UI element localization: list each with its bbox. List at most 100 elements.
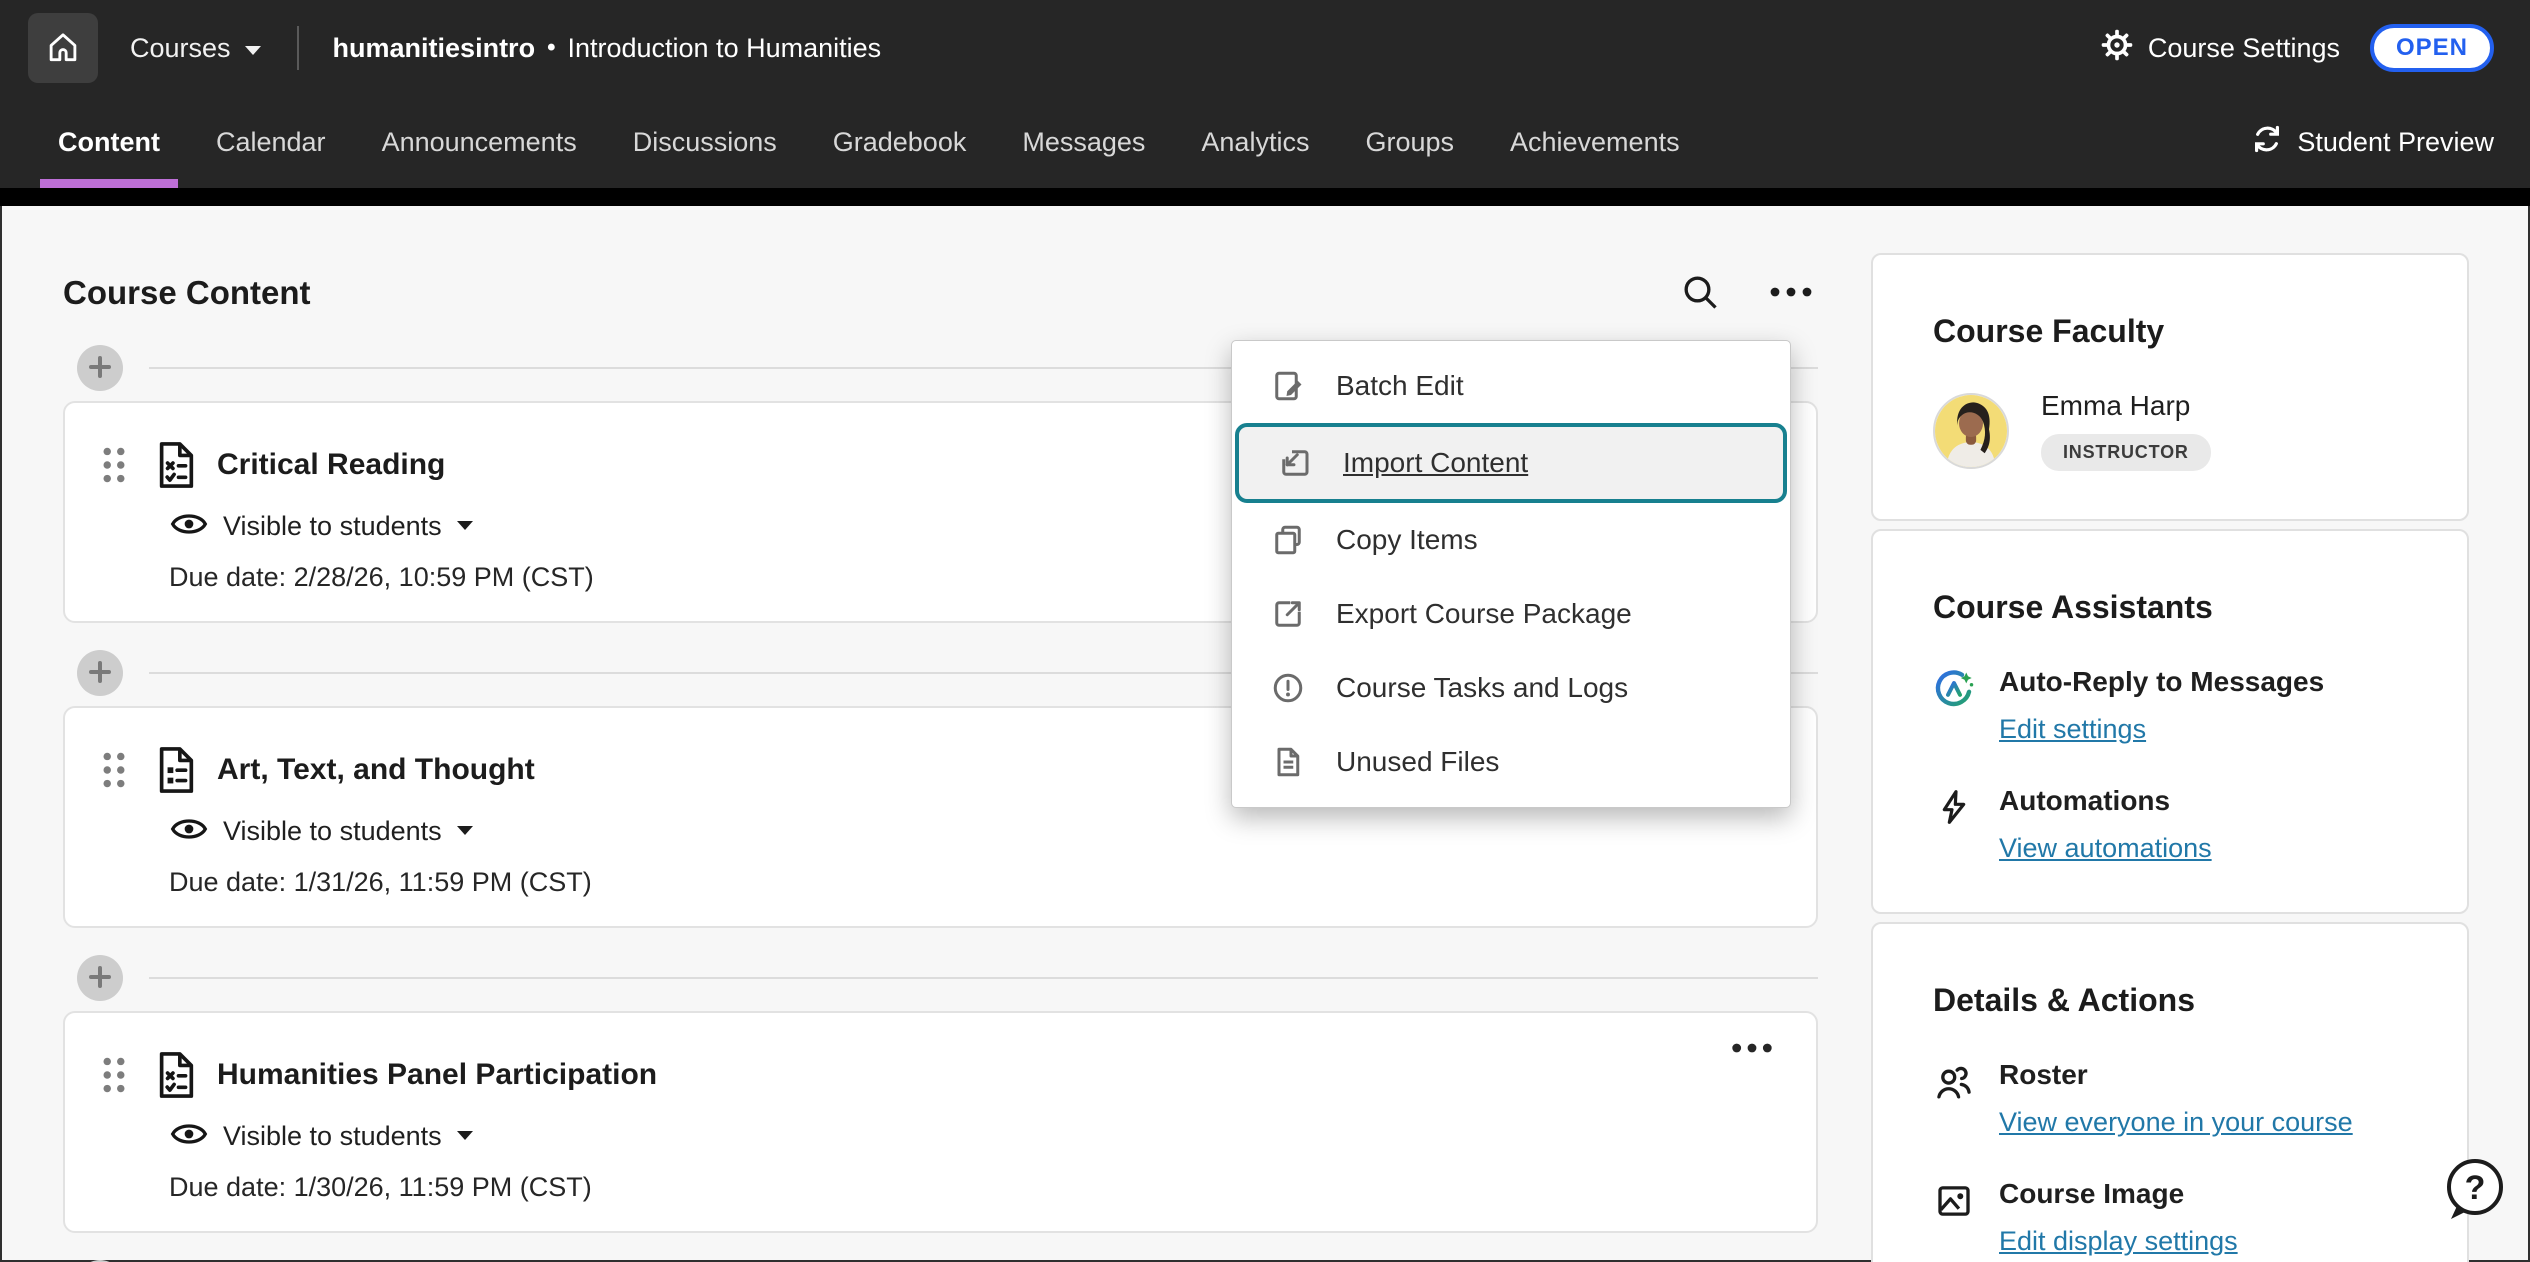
item-options-button[interactable] xyxy=(1730,1041,1774,1058)
student-preview-button[interactable]: Student Preview xyxy=(2251,123,2494,162)
blackboard-course-page: Courses humanitiesintro • Introduction t… xyxy=(0,0,2530,1262)
details-heading: Details & Actions xyxy=(1933,982,2427,1019)
menu-item-label: Batch Edit xyxy=(1336,370,1464,402)
faculty-info: Emma Harp INSTRUCTOR xyxy=(2041,390,2211,471)
item-title-link[interactable]: Art, Text, and Thought xyxy=(217,753,535,787)
edit-settings-link[interactable]: Edit settings xyxy=(1999,714,2146,745)
add-content-button[interactable] xyxy=(77,650,123,696)
nav-bottom-strip xyxy=(0,188,2530,206)
menu-item-import-content[interactable]: Import Content xyxy=(1235,423,1787,503)
chevron-down-icon xyxy=(456,518,474,536)
search-icon xyxy=(1680,272,1720,315)
faculty-name: Emma Harp xyxy=(2041,390,2211,422)
eye-icon xyxy=(169,1117,209,1156)
details-item-body: Roster View everyone in your course xyxy=(1999,1059,2353,1138)
tab-calendar[interactable]: Calendar xyxy=(216,96,326,188)
eye-icon xyxy=(169,507,209,546)
nav-tabs: Content Calendar Announcements Discussio… xyxy=(58,96,1680,188)
assignment-icon xyxy=(153,1049,199,1101)
search-button[interactable] xyxy=(1676,268,1724,319)
student-preview-icon xyxy=(2251,123,2283,162)
item-title-link[interactable]: Critical Reading xyxy=(217,448,445,482)
content-header: Course Content xyxy=(63,268,1818,318)
tab-analytics[interactable]: Analytics xyxy=(1201,96,1309,188)
tab-discussions[interactable]: Discussions xyxy=(633,96,777,188)
courses-label: Courses xyxy=(130,33,231,64)
tab-content[interactable]: Content xyxy=(58,96,160,188)
breadcrumb-course-id: humanitiesintro xyxy=(333,33,536,64)
avatar[interactable] xyxy=(1933,393,2009,469)
tab-announcements[interactable]: Announcements xyxy=(382,96,577,188)
drag-handle[interactable] xyxy=(97,748,131,792)
courses-menu-button[interactable]: Courses xyxy=(130,33,263,64)
breadcrumb-course-name: Introduction to Humanities xyxy=(567,33,881,64)
details-item-title: Course Image xyxy=(1999,1178,2238,1210)
home-button[interactable] xyxy=(28,13,98,83)
course-open-badge[interactable]: OPEN xyxy=(2370,24,2494,72)
details-item-title: Roster xyxy=(1999,1059,2353,1091)
content-options-menu: Batch Edit Import Content Copy Items Exp… xyxy=(1231,340,1791,808)
view-automations-link[interactable]: View automations xyxy=(1999,833,2212,864)
due-date-text: Due date: 1/30/26, 11:59 PM (CST) xyxy=(169,1172,1776,1203)
details-actions-panel: Details & Actions Roster View everyone i… xyxy=(1871,922,2469,1262)
menu-item-batch-edit[interactable]: Batch Edit xyxy=(1232,349,1790,423)
menu-item-export-course-package[interactable]: Export Course Package xyxy=(1232,577,1790,651)
document-icon xyxy=(153,744,199,796)
add-content-button[interactable] xyxy=(77,955,123,1001)
batch-edit-icon xyxy=(1268,368,1308,404)
details-item-body: Course Image Edit display settings xyxy=(1999,1178,2238,1257)
page-title: Course Content xyxy=(63,274,311,312)
drag-handle[interactable] xyxy=(97,443,131,487)
course-settings-button[interactable]: Course Settings xyxy=(2100,28,2340,69)
add-content-divider xyxy=(77,955,1818,1001)
view-roster-link[interactable]: View everyone in your course xyxy=(1999,1107,2353,1138)
menu-item-label: Course Tasks and Logs xyxy=(1336,672,1628,704)
visibility-selector[interactable]: Visible to students xyxy=(169,1117,1776,1156)
menu-item-course-tasks-and-logs[interactable]: Course Tasks and Logs xyxy=(1232,651,1790,725)
drag-handle[interactable] xyxy=(97,1053,131,1097)
content-options-button[interactable] xyxy=(1764,281,1818,306)
assistant-item-body: Auto-Reply to Messages Edit settings xyxy=(1999,666,2324,745)
eye-icon xyxy=(169,812,209,851)
visibility-selector[interactable]: Visible to students xyxy=(169,812,1776,851)
visibility-label: Visible to students xyxy=(223,1121,442,1152)
item-title-row: Humanities Panel Participation xyxy=(97,1049,1776,1101)
plus-icon xyxy=(88,965,112,992)
tab-achievements[interactable]: Achievements xyxy=(1510,96,1680,188)
lightning-icon xyxy=(1933,785,1975,864)
chevron-down-icon xyxy=(243,33,263,64)
faculty-member: Emma Harp INSTRUCTOR xyxy=(1933,390,2427,471)
breadcrumb-separator: • xyxy=(547,34,555,62)
import-icon xyxy=(1275,445,1315,481)
assistant-item-automations: Automations View automations xyxy=(1933,785,2427,864)
tab-groups[interactable]: Groups xyxy=(1365,96,1454,188)
tab-gradebook[interactable]: Gradebook xyxy=(833,96,967,188)
menu-item-label: Export Course Package xyxy=(1336,598,1632,630)
file-icon xyxy=(1268,744,1308,780)
visibility-label: Visible to students xyxy=(223,816,442,847)
menu-item-unused-files[interactable]: Unused Files xyxy=(1232,725,1790,799)
home-icon xyxy=(44,28,82,69)
menu-item-label: Copy Items xyxy=(1336,524,1478,556)
gear-icon xyxy=(2100,28,2134,69)
menu-item-label: Import Content xyxy=(1343,447,1528,479)
svg-text:?: ? xyxy=(2465,1169,2486,1207)
details-item-roster: Roster View everyone in your course xyxy=(1933,1059,2427,1138)
faculty-heading: Course Faculty xyxy=(1933,313,2427,350)
menu-item-label: Unused Files xyxy=(1336,746,1499,778)
image-icon xyxy=(1933,1178,1975,1257)
edit-display-settings-link[interactable]: Edit display settings xyxy=(1999,1226,2238,1257)
tab-messages[interactable]: Messages xyxy=(1022,96,1145,188)
due-date-text: Due date: 1/31/26, 11:59 PM (CST) xyxy=(169,867,1776,898)
assistant-item-title: Automations xyxy=(1999,785,2212,817)
chevron-down-icon xyxy=(456,1128,474,1146)
top-bar: Courses humanitiesintro • Introduction t… xyxy=(0,0,2530,96)
add-content-button[interactable] xyxy=(77,345,123,391)
help-button[interactable]: ? xyxy=(2441,1156,2509,1224)
top-bar-right: Course Settings OPEN xyxy=(2100,24,2494,72)
divider-line xyxy=(149,977,1818,979)
menu-item-copy-items[interactable]: Copy Items xyxy=(1232,503,1790,577)
item-title-link[interactable]: Humanities Panel Participation xyxy=(217,1058,657,1092)
topbar-divider xyxy=(297,26,299,70)
visibility-label: Visible to students xyxy=(223,511,442,542)
